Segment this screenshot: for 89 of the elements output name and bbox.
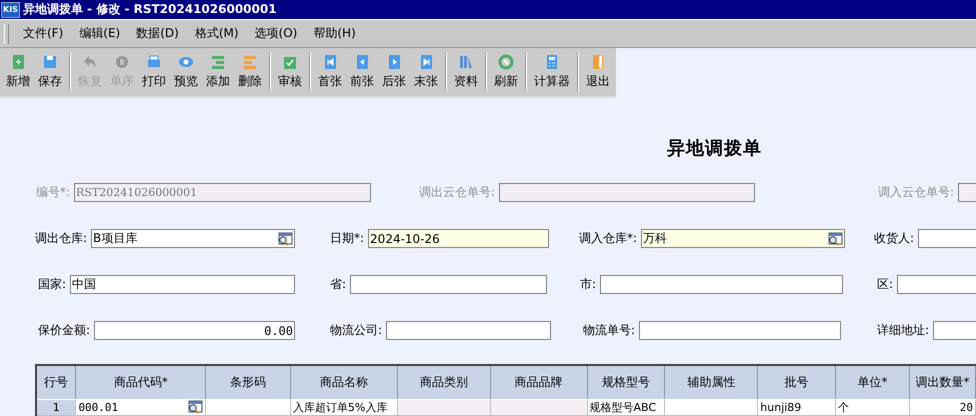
input-field[interactable]: 0.00 bbox=[94, 321, 295, 340]
input-field[interactable] bbox=[600, 275, 843, 294]
table-cell: 20 bbox=[909, 400, 976, 416]
column-header[interactable]: 单位* bbox=[836, 365, 910, 400]
column-header[interactable]: 条形码 bbox=[206, 365, 290, 400]
field-label: 保价金额: bbox=[38, 322, 92, 339]
toolbar-icon bbox=[386, 54, 402, 70]
field-label: 调出云仓单号: bbox=[419, 184, 496, 201]
table-cell: 个 bbox=[836, 400, 910, 416]
menu-item[interactable]: 格式(M) bbox=[186, 25, 247, 42]
field-label: 详细地址: bbox=[877, 322, 930, 339]
field-label: 省: bbox=[330, 276, 348, 293]
toolbar-icon bbox=[354, 54, 370, 70]
toolbar-icon bbox=[178, 54, 194, 70]
toolbar-button[interactable]: 前张 bbox=[346, 48, 378, 96]
toolbar-icon bbox=[590, 54, 606, 70]
toolbar-button[interactable]: 刷新 bbox=[490, 48, 522, 96]
toolbar-button[interactable]: 末张 bbox=[410, 48, 442, 96]
column-header[interactable]: 调出数量* bbox=[909, 365, 976, 400]
toolbar-button[interactable]: 计算器 bbox=[530, 48, 574, 96]
window-title: 异地调拨单 - 修改 - RST20241026000001 bbox=[22, 1, 277, 18]
toolbar-icon bbox=[322, 54, 338, 70]
column-header[interactable]: 商品品牌 bbox=[490, 365, 587, 400]
row-number: 1 bbox=[36, 400, 76, 416]
toolbar-button[interactable]: 保存 bbox=[34, 48, 66, 96]
field-label: 市: bbox=[580, 276, 598, 293]
field-label: 物流公司: bbox=[330, 322, 384, 339]
menu-item[interactable]: 数据(D) bbox=[128, 25, 187, 42]
table-cell: hunji89 bbox=[758, 400, 836, 416]
toolbar-icon bbox=[42, 54, 58, 70]
toolbar-icon bbox=[418, 54, 434, 70]
app-icon: KIS bbox=[1, 2, 20, 18]
toolbar-icon bbox=[10, 54, 26, 70]
input-field[interactable] bbox=[350, 275, 547, 294]
column-header[interactable]: 辅助属性 bbox=[664, 365, 758, 400]
toolbar-icon bbox=[82, 54, 98, 70]
column-header[interactable]: 批号 bbox=[758, 365, 836, 400]
toolbar-button[interactable]: 添加 bbox=[202, 48, 234, 96]
input-field[interactable] bbox=[639, 321, 841, 340]
input-field[interactable]: 中国 bbox=[70, 275, 295, 294]
toolbar-button[interactable]: 打印 bbox=[138, 48, 170, 96]
search-icon[interactable] bbox=[827, 232, 843, 246]
toolbar-icon bbox=[242, 54, 258, 70]
search-icon[interactable] bbox=[277, 232, 293, 246]
column-header[interactable]: 商品类别 bbox=[397, 365, 490, 400]
form-heading: 异地调拨单 bbox=[667, 137, 762, 160]
input-field[interactable]: 2024-10-26 bbox=[368, 229, 549, 248]
menu-item[interactable]: 编辑(E) bbox=[71, 25, 128, 42]
toolbar-button[interactable]: 资料 bbox=[450, 48, 482, 96]
menu-item[interactable]: 选项(O) bbox=[246, 25, 306, 42]
toolbar-icon bbox=[544, 54, 560, 70]
table-cell[interactable]: 000.01 bbox=[76, 400, 206, 416]
input-field[interactable] bbox=[386, 321, 551, 340]
field-label: 日期*: bbox=[330, 230, 366, 247]
field-label: 调出仓库: bbox=[35, 230, 88, 247]
toolbar-icon bbox=[458, 54, 474, 70]
menu-item[interactable]: 帮助(H) bbox=[305, 25, 364, 42]
table-cell: 规格型号ABC bbox=[587, 400, 665, 416]
field-label: 收货人: bbox=[874, 230, 916, 247]
menu-item[interactable]: 文件(F) bbox=[15, 25, 72, 42]
column-header[interactable]: 商品代码* bbox=[76, 365, 206, 400]
field-label: 国家: bbox=[38, 276, 68, 293]
field-label: 物流单号: bbox=[583, 322, 636, 339]
field-label: 调入仓库*: bbox=[579, 230, 638, 247]
lookup-field[interactable]: 万科 bbox=[641, 229, 845, 248]
toolbar-icon bbox=[114, 54, 130, 70]
column-header[interactable]: 商品名称 bbox=[290, 365, 398, 400]
toolbar-button[interactable]: 新增 bbox=[2, 48, 34, 96]
column-header[interactable]: 规格型号 bbox=[587, 365, 665, 400]
input-field[interactable] bbox=[897, 275, 976, 294]
field-label: 调入云仓单号: bbox=[878, 184, 956, 201]
search-icon[interactable] bbox=[187, 400, 204, 414]
toolbar-button[interactable]: 审核 bbox=[274, 48, 306, 96]
toolbar-icon bbox=[146, 54, 162, 70]
toolbar-button[interactable]: 后张 bbox=[378, 48, 410, 96]
toolbar-button[interactable]: 删除 bbox=[234, 48, 266, 96]
toolbar-button[interactable]: 首张 bbox=[314, 48, 346, 96]
toolbar-button[interactable]: 预览 bbox=[170, 48, 202, 96]
input-field[interactable] bbox=[918, 229, 976, 248]
toolbar-icon bbox=[210, 54, 226, 70]
toolbar-button[interactable]: 退出 bbox=[582, 48, 614, 96]
input-field[interactable] bbox=[933, 321, 976, 340]
field-label: 编号*: bbox=[36, 184, 72, 201]
lookup-field[interactable]: B项目库 bbox=[91, 229, 295, 248]
field-label: 区: bbox=[877, 276, 894, 293]
toolbar-icon bbox=[498, 54, 514, 70]
toolbar-icon bbox=[282, 54, 298, 70]
table-cell: 入库超订单5%入库 bbox=[290, 400, 398, 416]
column-header[interactable]: 行号 bbox=[36, 365, 76, 400]
